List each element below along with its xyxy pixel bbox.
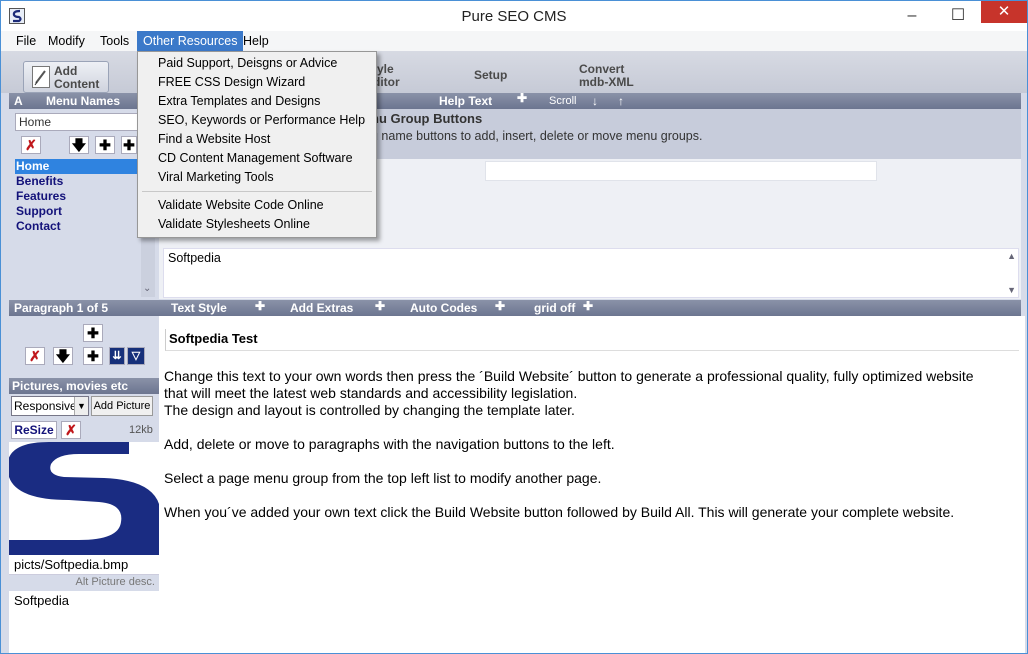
- insert-paragraph-icon[interactable]: ✚: [83, 324, 103, 342]
- delete-picture-icon[interactable]: ✗: [61, 421, 81, 439]
- paragraph-line: When you´ve added your own text click th…: [164, 504, 955, 520]
- paragraph-line: The design and layout is controlled by c…: [164, 402, 575, 418]
- paragraph-title-field[interactable]: Softpedia Test: [165, 329, 1019, 351]
- add-extras-plus-icon[interactable]: ✚: [375, 298, 385, 314]
- add-content-label-2: Content: [54, 77, 100, 91]
- paragraph-label: Paragraph 1 of 5: [14, 301, 109, 315]
- scroll-down-arrow-icon[interactable]: ⌄: [143, 283, 151, 294]
- help-body: u name buttons to add, insert, delete or…: [371, 129, 703, 143]
- minimize-button[interactable]: –: [889, 1, 935, 31]
- paragraph-line: Add, delete or move to paragraphs with t…: [164, 436, 615, 452]
- dropdown-item-paid-support[interactable]: Paid Support, Deisgns or Advice: [158, 54, 337, 73]
- move-paragraph-down-icon[interactable]: 🡇: [53, 347, 73, 365]
- menu-name-input[interactable]: Home: [15, 113, 139, 131]
- add-paragraph-icon[interactable]: ✚: [83, 347, 103, 365]
- editor-toolbar: Text Style ✚ Add Extras ✚ Auto Codes ✚ g…: [159, 298, 1021, 316]
- picture-preview[interactable]: [9, 442, 159, 555]
- menu-modify[interactable]: Modify: [42, 31, 91, 51]
- dropdown-separator: [142, 191, 372, 192]
- other-resources-dropdown: Paid Support, Deisgns or Advice FREE CSS…: [137, 51, 377, 238]
- menu-item-benefits[interactable]: Benefits: [15, 174, 137, 189]
- close-button[interactable]: ✕: [981, 1, 1027, 23]
- dropdown-item-css-wizard[interactable]: FREE CSS Design Wizard: [158, 73, 305, 92]
- scroll-down-icon[interactable]: ↓: [592, 93, 598, 109]
- double-down-icon[interactable]: ⇊: [109, 347, 125, 365]
- responsive-select[interactable]: Responsive ▼: [11, 396, 89, 416]
- paragraph-line: Change this text to your own words then …: [164, 368, 974, 384]
- plus-icon[interactable]: ✚: [517, 90, 527, 106]
- text-style-menu[interactable]: Text Style: [171, 300, 227, 316]
- menu-names-list: Home Benefits Features Support Contact: [15, 159, 137, 234]
- auto-codes-plus-icon[interactable]: ✚: [495, 298, 505, 314]
- menu-help[interactable]: Help: [237, 31, 275, 51]
- dropdown-item-extra-templates[interactable]: Extra Templates and Designs: [158, 92, 320, 111]
- menu-bar: File Modify Tools Other Resources Help: [1, 31, 1027, 51]
- style-editor-button[interactable]: tyle ditor: [373, 63, 400, 89]
- help-heading: nu Group Buttons: [371, 111, 483, 126]
- paragraph-line: that will meet the latest web standards …: [164, 385, 578, 401]
- convert-button[interactable]: Convert mdb-XML: [579, 63, 634, 89]
- dropdown-item-viral-marketing[interactable]: Viral Marketing Tools: [158, 168, 274, 187]
- maximize-button[interactable]: ☐: [935, 1, 981, 31]
- menu-item-contact[interactable]: Contact: [15, 219, 137, 234]
- a-label: A: [14, 94, 23, 108]
- page-property-field[interactable]: [485, 161, 877, 181]
- alt-picture-text: Softpedia: [14, 593, 69, 608]
- alt-picture-field[interactable]: Softpedia: [9, 591, 159, 653]
- menu-names-label: Menu Names: [46, 94, 121, 108]
- grid-off-toggle[interactable]: grid off: [534, 300, 575, 316]
- menu-tools[interactable]: Tools: [94, 31, 135, 51]
- paragraph-header: Paragraph 1 of 5: [9, 300, 159, 316]
- page-title-box[interactable]: Softpedia ▲ ▼: [163, 248, 1019, 298]
- triangle-down-icon[interactable]: ▽: [127, 347, 145, 365]
- auto-codes-menu[interactable]: Auto Codes: [410, 300, 477, 316]
- dropdown-item-cd-cms[interactable]: CD Content Management Software: [158, 149, 353, 168]
- pictures-label: Pictures, movies etc: [12, 379, 129, 393]
- pictures-header: Pictures, movies etc: [9, 378, 159, 394]
- dropdown-item-validate-code[interactable]: Validate Website Code Online: [158, 196, 324, 215]
- softpedia-logo-image: [9, 442, 159, 555]
- menu-item-support[interactable]: Support: [15, 204, 137, 219]
- dropdown-item-validate-css[interactable]: Validate Stylesheets Online: [158, 215, 310, 234]
- picture-path-text: picts/Softpedia.bmp: [14, 557, 129, 572]
- help-text-label[interactable]: Help Text: [439, 93, 492, 109]
- add-extras-menu[interactable]: Add Extras: [290, 300, 353, 316]
- picture-path-field[interactable]: picts/Softpedia.bmp: [9, 555, 159, 575]
- document-pen-icon: [32, 66, 50, 88]
- app-window: Pure SEO CMS – ☐ ✕ File Modify Tools Oth…: [0, 0, 1028, 654]
- add-icon[interactable]: ✚: [121, 136, 137, 154]
- style-editor-label-2: ditor: [373, 75, 400, 89]
- add-picture-button[interactable]: Add Picture: [91, 396, 153, 416]
- scroll-up-arrow-icon[interactable]: ▲: [1007, 251, 1016, 261]
- paragraph-line: Select a page menu group from the top le…: [164, 470, 602, 486]
- menu-item-features[interactable]: Features: [15, 189, 137, 204]
- dropdown-item-seo-help[interactable]: SEO, Keywords or Performance Help: [158, 111, 365, 130]
- add-content-button[interactable]: Add Content: [23, 61, 109, 93]
- convert-label-2: mdb-XML: [579, 75, 634, 89]
- scroll-up-icon[interactable]: ↑: [618, 93, 624, 109]
- alt-picture-label: Alt Picture desc.: [75, 576, 155, 588]
- dropdown-item-website-host[interactable]: Find a Website Host: [158, 130, 270, 149]
- picture-size: 12kb: [129, 424, 153, 436]
- move-down-icon[interactable]: 🡇: [69, 136, 89, 154]
- window-title: Pure SEO CMS: [461, 8, 567, 25]
- chevron-down-icon[interactable]: ▼: [74, 397, 88, 415]
- resize-button[interactable]: ReSize: [11, 421, 57, 439]
- delete-menu-icon[interactable]: ✗: [21, 136, 41, 154]
- scroll-label: Scroll: [549, 95, 577, 107]
- menu-other-resources[interactable]: Other Resources: [137, 31, 244, 51]
- scroll-down-arrow-icon[interactable]: ▼: [1007, 285, 1016, 295]
- title-bar[interactable]: Pure SEO CMS – ☐ ✕: [1, 1, 1027, 31]
- text-style-plus-icon[interactable]: ✚: [255, 298, 265, 314]
- setup-button[interactable]: Setup: [474, 69, 507, 82]
- delete-paragraph-icon[interactable]: ✗: [25, 347, 45, 365]
- responsive-select-value: Responsive: [14, 399, 77, 413]
- page-title-text: Softpedia: [168, 251, 221, 265]
- menu-item-home[interactable]: Home: [15, 159, 137, 174]
- insert-icon[interactable]: ✚: [95, 136, 115, 154]
- grid-plus-icon[interactable]: ✚: [583, 298, 593, 314]
- menu-file[interactable]: File: [10, 31, 42, 51]
